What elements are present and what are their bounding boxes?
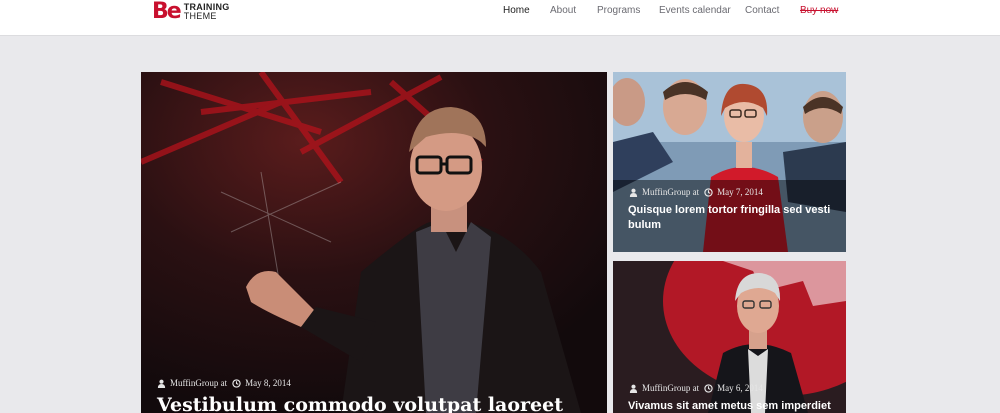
post-author[interactable]: MuffinGroup at [170,378,227,388]
post-author[interactable]: MuffinGroup at [642,383,699,393]
nav-buy-now[interactable]: Buy now [800,5,838,17]
clock-icon [704,383,713,393]
post-card[interactable]: MuffinGroup at May 6, 2014 Vivamus sit a… [613,261,846,413]
nav-home[interactable]: Home [503,5,530,17]
clock-icon [232,378,241,388]
post-meta: MuffinGroup at May 6, 2014 [629,383,763,393]
featured-post[interactable]: MuffinGroup at May 8, 2014 Vestibulum co… [141,72,607,413]
user-icon [629,384,638,393]
post-date: May 7, 2014 [717,187,763,197]
user-icon [157,379,166,388]
nav-about[interactable]: About [550,5,576,17]
featured-post-image [141,72,607,413]
post-author[interactable]: MuffinGroup at [642,187,699,197]
post-card[interactable]: MuffinGroup at May 7, 2014 Quisque lorem… [613,72,846,252]
site-header: Be TRAINING THEME Home About Programs Ev… [0,0,1000,36]
post-date: May 6, 2014 [717,383,763,393]
post-meta: MuffinGroup at May 7, 2014 [629,187,763,197]
nav-events-calendar[interactable]: Events calendar [659,5,731,17]
post-title[interactable]: Vivamus sit amet metus sem imperdiet [628,399,846,413]
post-date: May 8, 2014 [245,378,291,388]
user-icon [629,188,638,197]
nav-contact[interactable]: Contact [745,5,779,17]
nav-programs[interactable]: Programs [597,5,640,17]
post-title[interactable]: Quisque lorem tortor fringilla sed vesti… [628,203,838,233]
clock-icon [704,187,713,197]
featured-post-meta: MuffinGroup at May 8, 2014 [157,378,291,388]
post-title[interactable]: Vestibulum commodo volutpat laoreet [157,394,597,413]
main-nav: Home About Programs Events calendar Cont… [0,5,1000,19]
